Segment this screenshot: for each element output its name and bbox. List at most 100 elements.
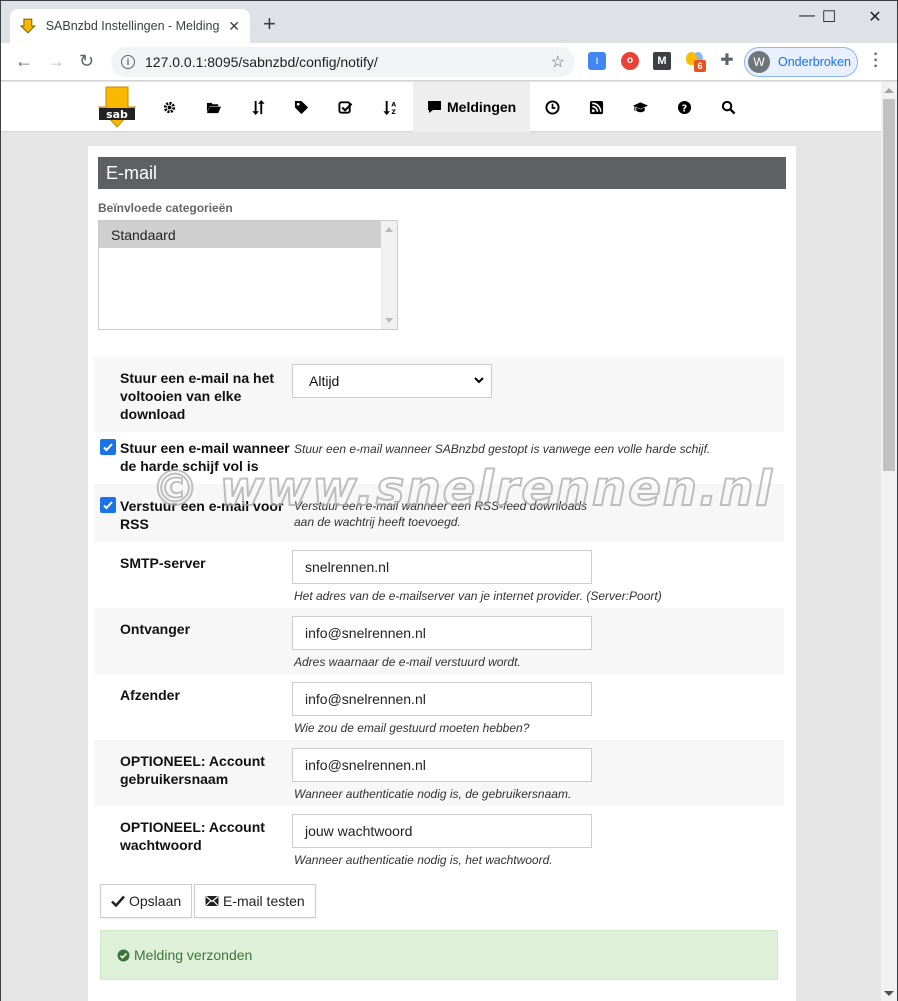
address-bar[interactable]: i 127.0.0.1:8095/sabnzbd/config/notify/ … [111,47,575,77]
svg-text:sab: sab [106,108,128,121]
nav-item-meldingen-label: Meldingen [447,99,517,115]
profile-button[interactable]: W Onderbroken [744,47,858,77]
category-option-standaard[interactable]: Standaard [99,221,381,248]
scroll-up-icon[interactable] [884,88,894,93]
row-email-disk-full: Stuur een e-mail wanneer de harde schijf… [94,432,784,484]
email-disk-full-checkbox[interactable] [100,439,116,455]
email-on-complete-value: Altijd [309,373,340,389]
email-rss-label: Verstuur een e-mail voor RSS [120,498,284,532]
row-smtp-server: SMTP-server snelrennen.nl Het adres van … [94,542,784,608]
row-email-rss: Verstuur een e-mail voor RSS Verstuur ee… [94,484,784,542]
smtp-server-desc: Het adres van de e-mailserver van je int… [294,589,662,603]
recipient-input[interactable]: info@snelrennen.nl [292,616,592,650]
svg-text:?: ? [681,103,686,114]
sender-input[interactable]: info@snelrennen.nl [292,682,592,716]
tab-close-icon[interactable]: ✕ [228,18,240,35]
email-rss-desc-line2: aan de wachtrij heeft toevoegd. [294,515,461,529]
listbox-scrollbar[interactable] [381,221,397,329]
nav-folder-open-icon[interactable] [191,82,235,132]
scroll-thumb[interactable] [883,99,895,471]
check-icon [111,895,125,907]
url-text[interactable]: 127.0.0.1:8095/sabnzbd/config/notify/ [145,54,378,70]
bookmark-star-icon[interactable]: ☆ [551,52,565,72]
nav-check-square-icon[interactable] [323,82,367,132]
reload-icon[interactable]: ↻ [79,51,94,72]
email-on-complete-label: Stuur een e-mail na het voltooien van el… [120,370,275,422]
nav-graduation-cap-icon[interactable] [618,82,662,132]
section-title: E-mail [98,157,786,189]
smtp-server-input[interactable]: snelrennen.nl [292,550,592,584]
page-viewport: sab AZ Meldingen ? E-mail Beïnvloede cat… [1,82,881,1001]
sab-navbar: sab AZ Meldingen ? [1,82,881,132]
browser-toolbar: ← → ↻ i 127.0.0.1:8095/sabnzbd/config/no… [1,43,897,81]
browser-tabstrip: SABnzbd Instellingen - Meldingen ✕ + — ☐… [1,1,897,43]
test-email-button-label: E-mail testen [223,893,305,909]
scroll-down-icon[interactable] [884,991,894,996]
extension-m-icon[interactable]: M [653,52,671,70]
alert-message: Melding verzonden [134,947,253,963]
avatar: W [748,51,770,73]
browser-menu-icon[interactable]: · · · [871,47,881,75]
account-password-label: OPTIONEEL: Account wachtwoord [120,819,265,853]
row-recipient: Ontvanger info@snelrennen.nl Adres waarn… [94,608,784,674]
nav-config-gear-icon[interactable] [147,82,191,132]
email-disk-full-desc: Stuur een e-mail wanneer SABnzbd gestopt… [294,442,711,456]
check-circle-icon [117,949,130,961]
maximize-icon[interactable]: ☐ [806,7,852,27]
row-account-password: OPTIONEEL: Account wachtwoord jouw wacht… [94,806,784,872]
svg-text:A: A [391,101,396,108]
sabnzbd-favicon-icon [20,18,36,34]
nav-clock-icon[interactable] [530,82,574,132]
nav-sort-icon[interactable] [235,82,279,132]
chevron-down-icon [474,377,484,384]
extension-tag-icon[interactable]: ⁝ [588,52,606,70]
account-password-input[interactable]: jouw wachtwoord [292,814,592,848]
site-info-icon[interactable]: i [121,55,135,69]
recipient-desc: Adres waarnaar de e-mail verstuurd wordt… [294,655,521,669]
smtp-server-label: SMTP-server [120,555,206,571]
account-username-input[interactable]: info@snelrennen.nl [292,748,592,782]
recipient-label: Ontvanger [120,621,191,637]
extensions-puzzle-icon[interactable]: ✚ [718,52,736,70]
profile-label: Onderbroken [778,55,851,69]
email-rss-checkbox[interactable] [100,497,116,513]
row-account-username: OPTIONEEL: Account gebruikersnaam info@s… [94,740,784,806]
nav-sort-az-icon[interactable]: AZ [367,82,411,132]
row-email-on-complete: Stuur een e-mail na het voltooien van el… [94,357,784,432]
save-button[interactable]: Opslaan [100,884,193,918]
checkmark-icon [103,443,113,452]
back-icon[interactable]: ← [15,51,33,72]
account-username-desc: Wanneer authenticatie nodig is, de gebru… [294,787,572,801]
nav-question-circle-icon[interactable]: ? [662,82,706,132]
account-username-label: OPTIONEEL: Account gebruikersnaam [120,753,265,787]
svg-text:Z: Z [391,109,396,115]
envelope-icon [205,896,219,906]
email-rss-desc-line1: Verstuur een e-mail wanneer een RSS-feed… [294,499,588,513]
checkmark-icon [103,501,113,510]
row-sender: Afzender info@snelrennen.nl Wie zou de e… [94,674,784,740]
extension-red-icon[interactable]: o [621,52,639,70]
email-on-complete-select[interactable]: Altijd [292,364,492,398]
page-scrollbar[interactable] [881,82,897,1001]
extension-badge: 6 [694,60,706,72]
email-settings-card: E-mail Beïnvloede categorieën Standaard … [88,146,796,1001]
success-alert: Melding verzonden [100,930,778,980]
categories-listbox[interactable]: Standaard [98,220,398,330]
save-button-label: Opslaan [129,893,182,909]
email-disk-full-label: Stuur een e-mail wanneer de harde schijf… [120,440,290,474]
extension-bulb-icon[interactable]: 6 [686,52,706,72]
nav-tag-icon[interactable] [279,82,323,132]
sabnzbd-logo[interactable]: sab [96,86,138,128]
comment-icon [428,101,441,113]
listbox-scroll-down-icon[interactable] [385,318,393,323]
browser-tab[interactable]: SABnzbd Instellingen - Meldingen ✕ [10,9,250,43]
tab-title: SABnzbd Instellingen - Meldingen [45,19,221,33]
listbox-scroll-up-icon[interactable] [385,227,393,232]
nav-item-meldingen[interactable]: Meldingen [413,82,530,132]
forward-icon[interactable]: → [47,51,65,72]
nav-search-icon[interactable] [706,82,750,132]
nav-rss-icon[interactable] [574,82,618,132]
new-tab-icon[interactable]: + [263,13,276,35]
close-window-icon[interactable]: ✕ [852,7,898,27]
test-email-button[interactable]: E-mail testen [194,884,316,918]
